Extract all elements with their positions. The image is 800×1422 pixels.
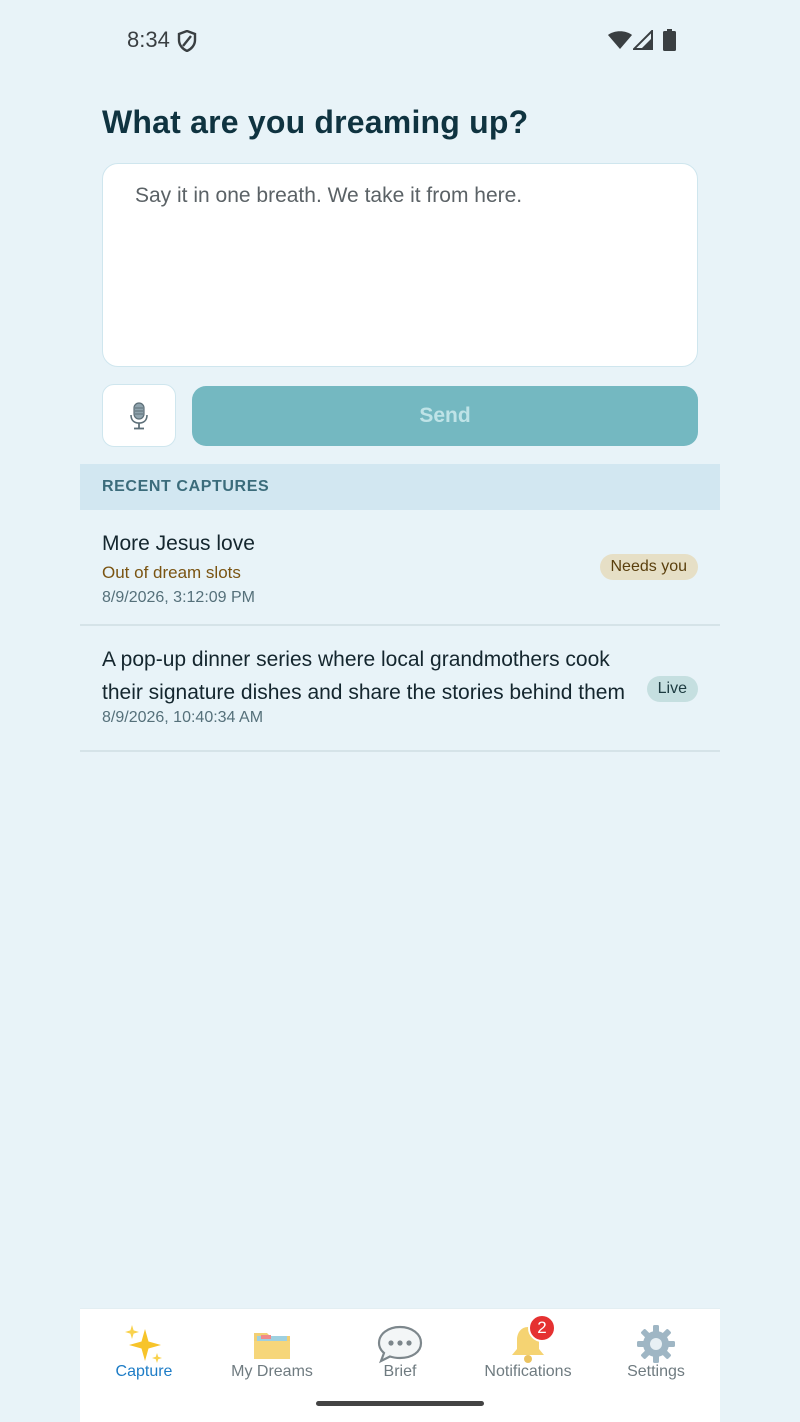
- send-button[interactable]: Send: [192, 386, 698, 446]
- tab-notifications[interactable]: Notifications: [464, 1309, 592, 1393]
- signal-icon: [633, 30, 653, 50]
- list-item[interactable]: A pop-up dinner series where local grand…: [80, 626, 720, 752]
- tab-label: Notifications: [484, 1363, 572, 1380]
- capture-title: More Jesus love: [102, 532, 255, 555]
- tab-label: My Dreams: [231, 1363, 313, 1380]
- capture-timestamp: 8/9/2026, 10:40:34 AM: [102, 709, 264, 726]
- sparkles-icon: [125, 1325, 162, 1363]
- tab-label: Capture: [115, 1363, 173, 1380]
- speech-bubble-icon: [377, 1325, 423, 1364]
- status-badge: Live: [646, 676, 698, 702]
- tab-settings[interactable]: Settings: [592, 1309, 720, 1393]
- tab-capture[interactable]: Capture: [80, 1309, 208, 1393]
- home-indicator[interactable]: [316, 1401, 484, 1406]
- recent-captures-header: RECENT CAPTURES: [80, 464, 720, 510]
- recent-captures-list: More Jesus love Out of dream slots 8/9/2…: [80, 510, 720, 752]
- shield-icon: [177, 30, 197, 52]
- page-title: What are you dreaming up?: [102, 104, 529, 140]
- list-item[interactable]: More Jesus love Out of dream slots 8/9/2…: [80, 510, 720, 626]
- status-badge: Needs you: [599, 554, 698, 580]
- dream-input[interactable]: [102, 163, 698, 367]
- tab-label: Settings: [627, 1363, 685, 1380]
- capture-title: A pop-up dinner series where local grand…: [102, 648, 625, 704]
- folder-icon: [254, 1333, 290, 1359]
- microphone-icon: [130, 401, 148, 429]
- microphone-button[interactable]: [102, 384, 176, 447]
- tab-label: Brief: [383, 1363, 417, 1380]
- battery-icon: [663, 29, 676, 51]
- capture-status-text: Out of dream slots: [102, 563, 241, 582]
- tab-brief[interactable]: Brief: [336, 1309, 464, 1393]
- status-bar: 8:34: [0, 0, 800, 80]
- status-time: 8:34: [127, 27, 170, 52]
- capture-timestamp: 8/9/2026, 3:12:09 PM: [102, 589, 255, 606]
- gear-icon: [637, 1325, 675, 1363]
- notification-count-badge: 2: [528, 1314, 556, 1342]
- tab-my-dreams[interactable]: My Dreams: [208, 1309, 336, 1393]
- wifi-icon: [608, 31, 632, 49]
- screen: 8:34 What are you dreaming up? Say it in…: [0, 0, 800, 1422]
